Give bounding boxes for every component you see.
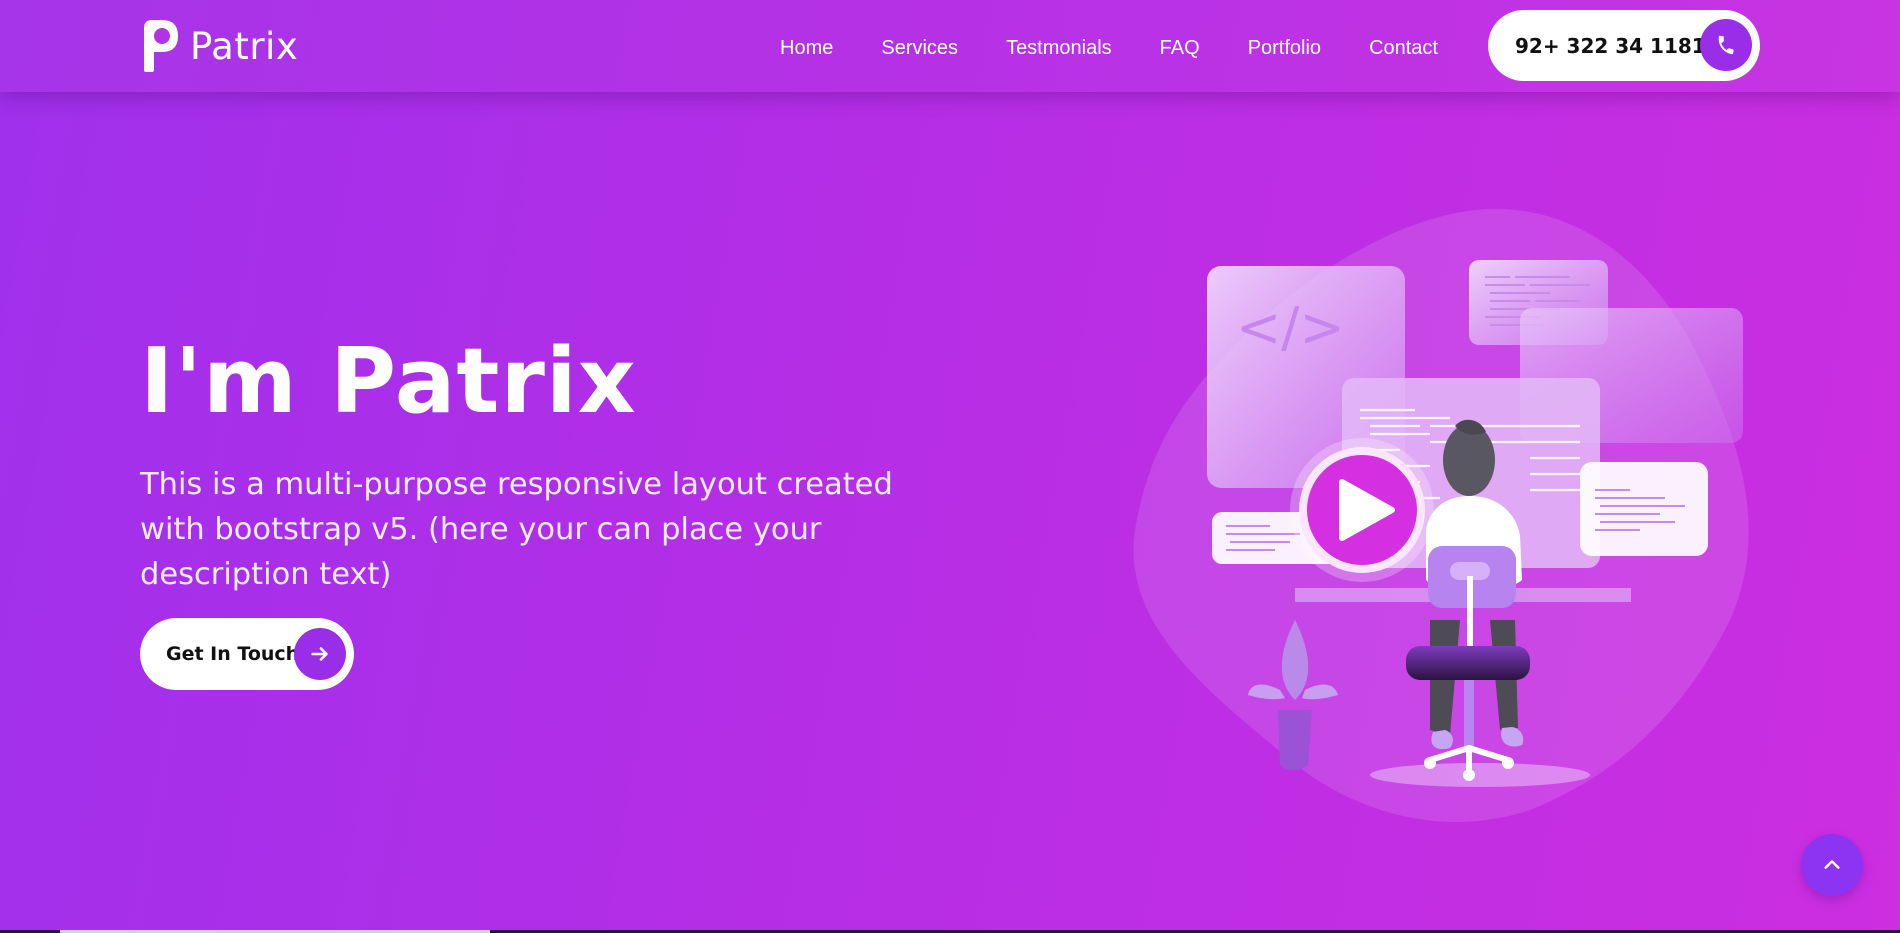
brand-logo[interactable]: Patrix <box>140 18 298 74</box>
arrow-right-icon <box>294 628 346 680</box>
developer-illustration: </> <box>1133 208 1749 822</box>
nav-links: Home Services Testmonials FAQ Portfolio … <box>780 0 1438 96</box>
play-icon[interactable] <box>1290 438 1434 582</box>
phone-button[interactable]: 92+ 322 34 11811 <box>1488 10 1760 81</box>
chevron-up-icon <box>1824 860 1840 869</box>
hero-description: This is a multi-purpose responsive layou… <box>140 467 893 592</box>
nav-contact[interactable]: Contact <box>1369 37 1438 60</box>
nav-portfolio[interactable]: Portfolio <box>1248 37 1321 60</box>
nav-home[interactable]: Home <box>780 37 833 60</box>
navbar: Patrix Home Services Testmonials FAQ Por… <box>0 0 1900 92</box>
hero-title: I'm Patrix <box>140 329 637 434</box>
nav-faq[interactable]: FAQ <box>1160 37 1200 60</box>
nav-services[interactable]: Services <box>881 37 958 60</box>
code-glyph: </> <box>1236 296 1345 359</box>
brand-p-icon <box>144 20 178 72</box>
get-in-touch-button[interactable]: Get In Touch <box>140 618 354 690</box>
get-in-touch-label: Get In Touch <box>166 643 300 665</box>
code-card-right <box>1580 462 1708 556</box>
phone-icon <box>1700 19 1752 71</box>
phone-number: 92+ 322 34 11811 <box>1515 33 1720 58</box>
back-to-top-button[interactable] <box>1801 834 1863 896</box>
brand-name: Patrix <box>190 24 299 68</box>
nav-testimonials[interactable]: Testmonials <box>1006 37 1112 60</box>
